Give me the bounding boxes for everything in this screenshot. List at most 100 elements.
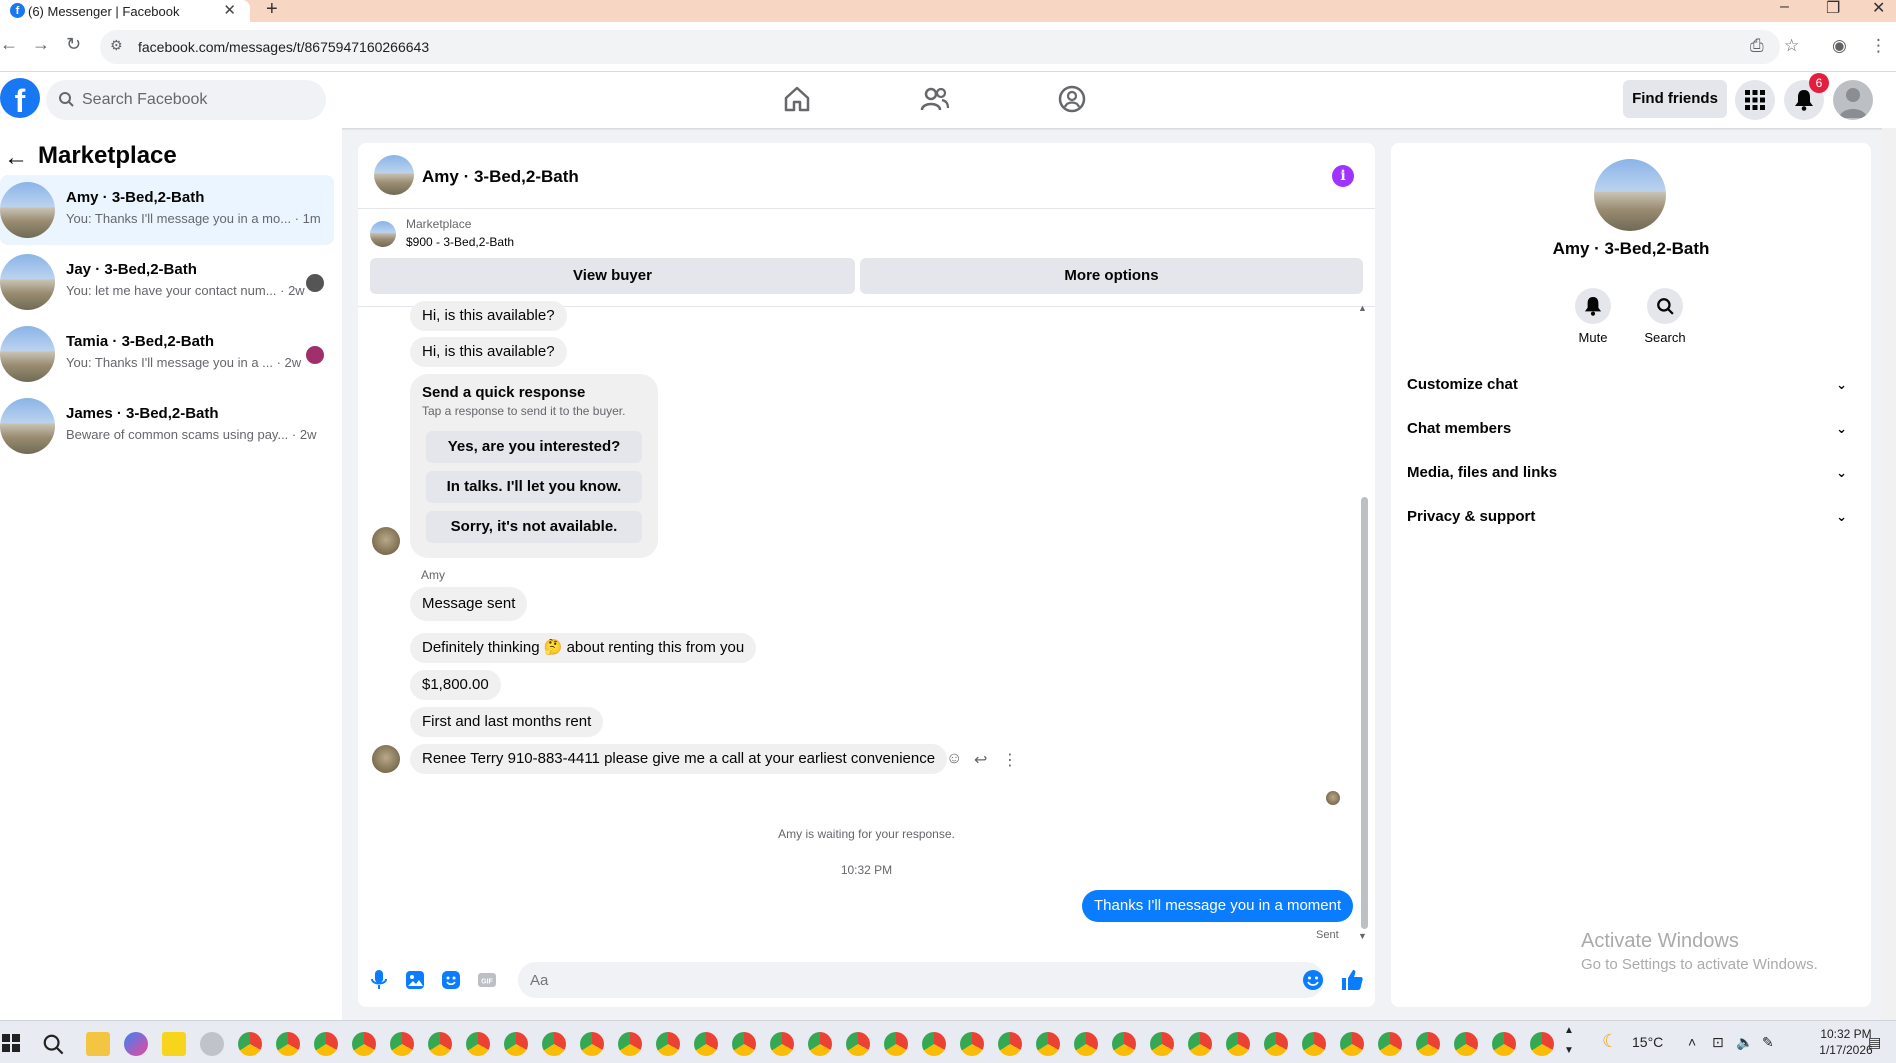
quick-response-option[interactable]: Sorry, it's not available. bbox=[426, 511, 642, 543]
windows-start-icon[interactable] bbox=[2, 1034, 20, 1052]
chrome-icon[interactable] bbox=[1112, 1032, 1136, 1056]
chrome-icon[interactable] bbox=[998, 1032, 1022, 1056]
find-friends-button[interactable]: Find friends bbox=[1623, 80, 1727, 118]
conversation-item[interactable]: Jay · 3-Bed,2-Bath You: let me have your… bbox=[0, 247, 334, 317]
file-explorer-icon[interactable] bbox=[86, 1032, 110, 1056]
message-input[interactable] bbox=[530, 969, 1230, 991]
sticker-icon[interactable] bbox=[440, 969, 462, 991]
chrome-icon[interactable] bbox=[846, 1032, 870, 1056]
forward-arrow-icon[interactable]: → bbox=[32, 34, 50, 55]
taskbar-overflow-down-icon[interactable]: ▼ bbox=[1564, 1045, 1574, 1056]
taskbar-search-icon[interactable] bbox=[42, 1033, 64, 1055]
conversation-item[interactable]: James · 3-Bed,2-Bath Beware of common sc… bbox=[0, 391, 334, 461]
scroll-down-arrow-icon[interactable]: ▼ bbox=[1358, 931, 1367, 941]
facebook-logo-icon[interactable]: f bbox=[0, 78, 40, 119]
microphone-icon[interactable] bbox=[368, 969, 390, 991]
chrome-icon[interactable] bbox=[1226, 1032, 1250, 1056]
search-in-chat-button[interactable] bbox=[1647, 288, 1683, 324]
quick-response-option[interactable]: Yes, are you interested? bbox=[426, 431, 642, 463]
conversation-item[interactable]: Amy · 3-Bed,2-Bath You: Thanks I'll mess… bbox=[0, 175, 334, 245]
chrome-icon[interactable] bbox=[1530, 1032, 1554, 1056]
show-hidden-icons-icon[interactable]: ˄ bbox=[1688, 1034, 1696, 1050]
chrome-icon[interactable] bbox=[1416, 1032, 1440, 1056]
conversation-item[interactable]: Tamia · 3-Bed,2-Bath You: Thanks I'll me… bbox=[0, 319, 334, 389]
taskbar-overflow-up-icon[interactable]: ▲ bbox=[1564, 1025, 1574, 1036]
chrome-icon[interactable] bbox=[808, 1032, 832, 1056]
page-scrollbar[interactable] bbox=[1882, 128, 1896, 1020]
chrome-icon[interactable] bbox=[732, 1032, 756, 1056]
chat-members-row[interactable]: Chat members ⌄ bbox=[1407, 411, 1857, 447]
bookmark-star-icon[interactable]: ☆ bbox=[1784, 36, 1799, 56]
thumbs-up-icon[interactable] bbox=[1340, 968, 1364, 992]
chrome-icon[interactable] bbox=[314, 1032, 338, 1056]
chrome-icon[interactable] bbox=[1074, 1032, 1098, 1056]
chrome-icon[interactable] bbox=[428, 1032, 452, 1056]
chrome-icon[interactable] bbox=[922, 1032, 946, 1056]
sticky-notes-icon[interactable] bbox=[162, 1032, 186, 1056]
reload-icon[interactable]: ↻ bbox=[66, 34, 81, 55]
copilot-icon[interactable] bbox=[124, 1032, 148, 1056]
message-composer[interactable] bbox=[518, 962, 1324, 998]
chrome-icon[interactable] bbox=[1302, 1032, 1326, 1056]
pen-icon[interactable]: ✎ bbox=[1762, 1034, 1774, 1051]
view-buyer-button[interactable]: View buyer bbox=[370, 258, 855, 294]
customize-chat-row[interactable]: Customize chat ⌄ bbox=[1407, 367, 1857, 403]
mute-button[interactable] bbox=[1575, 288, 1611, 324]
reply-icon[interactable]: ↩ bbox=[974, 750, 987, 770]
notification-center-icon[interactable]: ▤ bbox=[1868, 1034, 1881, 1051]
weather-moon-icon[interactable]: ☾ bbox=[1602, 1031, 1618, 1052]
chrome-icon[interactable] bbox=[1188, 1032, 1212, 1056]
react-emoji-icon[interactable]: ☺ bbox=[946, 750, 962, 768]
more-options-button[interactable]: More options bbox=[860, 258, 1363, 294]
site-settings-icon[interactable]: ⚙ bbox=[110, 37, 123, 54]
chrome-icon[interactable] bbox=[466, 1032, 490, 1056]
volume-icon[interactable]: 🔈 bbox=[1736, 1034, 1753, 1051]
groups-icon[interactable] bbox=[1057, 84, 1087, 114]
chrome-icon[interactable] bbox=[1492, 1032, 1516, 1056]
chrome-icon[interactable] bbox=[1150, 1032, 1174, 1056]
browser-tab[interactable]: f (6) Messenger | Facebook ✕ bbox=[0, 0, 250, 22]
scroll-up-arrow-icon[interactable]: ▲ bbox=[1358, 303, 1367, 313]
temperature[interactable]: 15°C bbox=[1632, 1034, 1663, 1050]
network-icon[interactable]: ⊡ bbox=[1712, 1034, 1724, 1051]
account-avatar[interactable] bbox=[1833, 80, 1873, 120]
home-icon[interactable] bbox=[782, 84, 812, 114]
media-files-links-row[interactable]: Media, files and links ⌄ bbox=[1407, 455, 1857, 491]
photo-icon[interactable] bbox=[404, 969, 426, 991]
chrome-icon[interactable] bbox=[694, 1032, 718, 1056]
restore-icon[interactable]: ❐ bbox=[1826, 0, 1840, 18]
profile-icon[interactable]: ◉ bbox=[1832, 36, 1847, 56]
chrome-icon[interactable] bbox=[390, 1032, 414, 1056]
close-window-icon[interactable]: ✕ bbox=[1872, 0, 1885, 18]
close-tab-icon[interactable]: ✕ bbox=[223, 1, 236, 19]
chat-title[interactable]: Amy · 3-Bed,2-Bath bbox=[422, 167, 579, 187]
info-icon[interactable]: i bbox=[1332, 165, 1354, 187]
chrome-icon[interactable] bbox=[1264, 1032, 1288, 1056]
chrome-icon[interactable] bbox=[1036, 1032, 1060, 1056]
chrome-icon[interactable] bbox=[542, 1032, 566, 1056]
chrome-icon[interactable] bbox=[504, 1032, 528, 1056]
gif-icon[interactable]: GIF bbox=[476, 969, 498, 991]
chrome-icon[interactable] bbox=[884, 1032, 908, 1056]
back-arrow-icon[interactable]: ← bbox=[4, 144, 28, 172]
browser-menu-icon[interactable]: ⋮ bbox=[1870, 36, 1887, 56]
chrome-icon[interactable] bbox=[352, 1032, 376, 1056]
quick-response-option[interactable]: In talks. I'll let you know. bbox=[426, 471, 642, 503]
chrome-icon[interactable] bbox=[960, 1032, 984, 1056]
chat-avatar[interactable] bbox=[374, 155, 414, 195]
back-arrow-icon[interactable]: ← bbox=[0, 34, 18, 55]
emoji-icon[interactable] bbox=[1302, 969, 1324, 991]
friends-icon[interactable] bbox=[920, 84, 950, 114]
chrome-icon[interactable] bbox=[276, 1032, 300, 1056]
listing-title[interactable]: $900 - 3-Bed,2-Bath bbox=[406, 235, 514, 249]
more-actions-icon[interactable]: ⋮ bbox=[1002, 750, 1018, 770]
menu-grid-button[interactable] bbox=[1735, 80, 1775, 120]
privacy-support-row[interactable]: Privacy & support ⌄ bbox=[1407, 499, 1857, 535]
chrome-icon[interactable] bbox=[656, 1032, 680, 1056]
chrome-icon[interactable] bbox=[618, 1032, 642, 1056]
chrome-icon[interactable] bbox=[238, 1032, 262, 1056]
chrome-icon[interactable] bbox=[580, 1032, 604, 1056]
search-input[interactable]: Search Facebook bbox=[46, 80, 326, 120]
chrome-icon[interactable] bbox=[1340, 1032, 1364, 1056]
install-app-icon[interactable]: ⎙ bbox=[1750, 36, 1764, 56]
